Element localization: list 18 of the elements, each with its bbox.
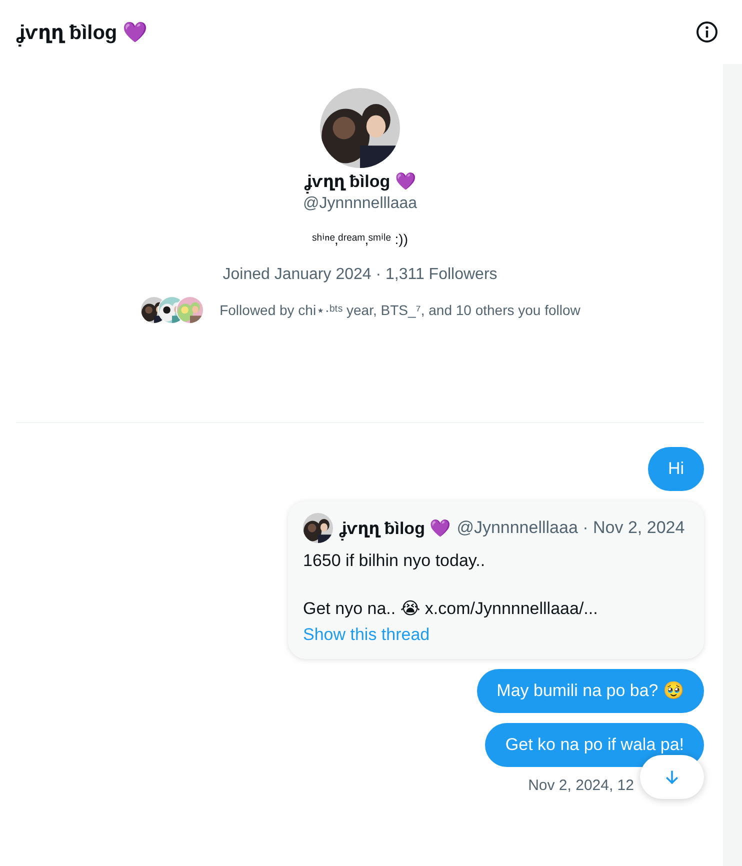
followers-text: Followed by chi⋆·ᵇᵗˢ year, BTS_⁷, and 10 others you follow	[220, 302, 580, 318]
post-meta: @Jynnnnelllaaa · Nov 2, 2024	[456, 518, 685, 538]
chat-title: ʝ̣ѵղղ ƀìlog 💜	[16, 20, 148, 44]
profile-name: ʝ̣ѵղղ ƀìlog 💜	[304, 171, 416, 192]
message-bubble: May bumili na po ba? 🥹	[476, 669, 704, 713]
info-icon[interactable]	[695, 20, 719, 44]
message-bubble: Get ko na po if wala pa!	[485, 723, 704, 767]
profile-bio: ˢʰⁱⁿᵉ‚ᵈʳᵉᵃᵐ‚ˢᵐⁱˡᵉ :))	[312, 231, 408, 248]
post-text: 1650 if bilhin nyo today..	[303, 551, 486, 571]
quoted-post-card[interactable]: ʝ̣ѵղղ ƀìlog 💜 @Jynnnnelllaaa · Nov 2, 2024 1650 if bilhin nyo today.. Get nyo na.. 😭 x.com/Jynnnnelllaaa/... Show this thread	[288, 501, 704, 659]
profile-handle: @Jynnnnelllaaa	[302, 195, 418, 213]
profile-stats: Joined January 2024 · 1,311 Followers	[222, 266, 498, 284]
post-text: Get nyo na.. 😭 x.com/Jynnnnelllaaa/...	[303, 599, 599, 619]
arrow-down-icon	[663, 768, 681, 786]
scroll-down-button[interactable]	[640, 755, 704, 799]
message-bubble: Hi	[648, 447, 704, 491]
author-name: ʝ̣ѵղղ ƀìlog 💜	[339, 518, 451, 538]
message-timestamp: Nov 2, 2024, 12	[528, 777, 634, 794]
